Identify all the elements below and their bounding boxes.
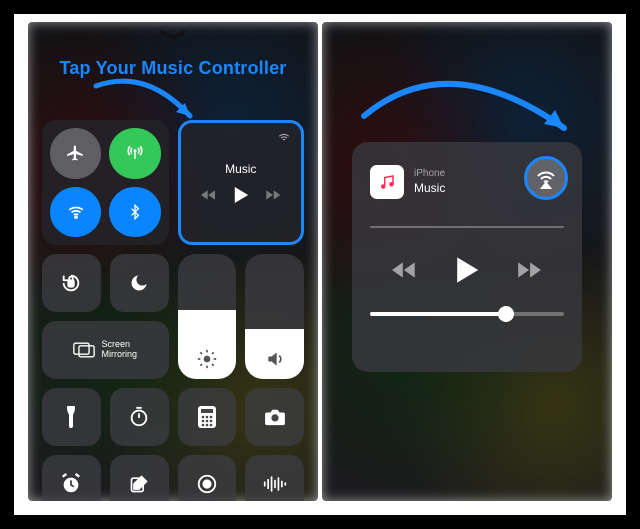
rewind-button[interactable] [392, 260, 418, 280]
volume-thumb[interactable] [498, 306, 514, 322]
airplay-icon [277, 131, 291, 145]
flashlight-button[interactable] [42, 388, 101, 446]
playback-title: Music [414, 181, 445, 196]
airplay-button[interactable] [524, 156, 568, 200]
record-icon [196, 473, 218, 495]
volume-track[interactable] [370, 312, 564, 316]
orientation-lock-button[interactable] [42, 254, 101, 312]
brightness-slider[interactable] [178, 254, 237, 379]
timer-button[interactable] [110, 388, 169, 446]
sun-icon [197, 349, 217, 369]
screen-mirroring-button[interactable]: Screen Mirroring [42, 321, 169, 379]
calculator-button[interactable] [178, 388, 237, 446]
screen-mirroring-label: Screen Mirroring [101, 340, 137, 360]
now-playing-card[interactable]: iPhone Music [352, 142, 582, 372]
bluetooth-toggle[interactable] [109, 187, 160, 238]
play-icon[interactable] [233, 186, 249, 204]
airplay-audio-icon [534, 166, 558, 190]
music-controller-tile[interactable]: Music [178, 120, 305, 245]
calculator-icon [198, 406, 216, 428]
music-expanded-panel: iPhone Music [322, 22, 612, 501]
wifi-icon [67, 203, 85, 221]
connectivity-module[interactable] [42, 120, 169, 245]
waveform-icon [263, 475, 287, 493]
rotation-lock-icon [60, 272, 82, 294]
forward-icon[interactable] [265, 188, 281, 202]
timer-icon [128, 406, 150, 428]
wifi-toggle[interactable] [50, 187, 101, 238]
cellular-antenna-icon [126, 144, 144, 162]
airplane-icon [67, 144, 85, 162]
control-center-panel: Tap Your Music Controller [28, 22, 318, 501]
grabber-chevron-icon [160, 30, 186, 40]
notes-button[interactable] [110, 455, 169, 501]
music-note-icon [378, 173, 396, 191]
screen-record-button[interactable] [178, 455, 237, 501]
rewind-icon[interactable] [201, 188, 217, 202]
playback-source: iPhone [414, 168, 445, 181]
bluetooth-icon [127, 204, 143, 220]
annotation-text: Tap Your Music Controller [28, 58, 318, 79]
alarm-clock-icon [60, 473, 82, 495]
screen-mirroring-icon [73, 342, 95, 358]
camera-button[interactable] [245, 388, 304, 446]
album-art-placeholder [370, 165, 404, 199]
compose-icon [129, 474, 149, 494]
tutorial-frame: Tap Your Music Controller [0, 0, 640, 529]
volume-slider[interactable] [245, 254, 304, 379]
moon-icon [129, 273, 149, 293]
forward-button[interactable] [516, 260, 542, 280]
flashlight-icon [64, 406, 78, 428]
play-button[interactable] [454, 256, 480, 284]
hearing-button[interactable] [245, 455, 304, 501]
music-title: Music [225, 162, 256, 176]
speaker-icon [265, 349, 285, 369]
cellular-data-toggle[interactable] [109, 128, 160, 179]
do-not-disturb-button[interactable] [110, 254, 169, 312]
progress-track[interactable] [370, 226, 564, 228]
volume-track-fill [370, 312, 506, 316]
airplane-mode-toggle[interactable] [50, 128, 101, 179]
alarm-button[interactable] [42, 455, 101, 501]
camera-icon [264, 408, 286, 426]
